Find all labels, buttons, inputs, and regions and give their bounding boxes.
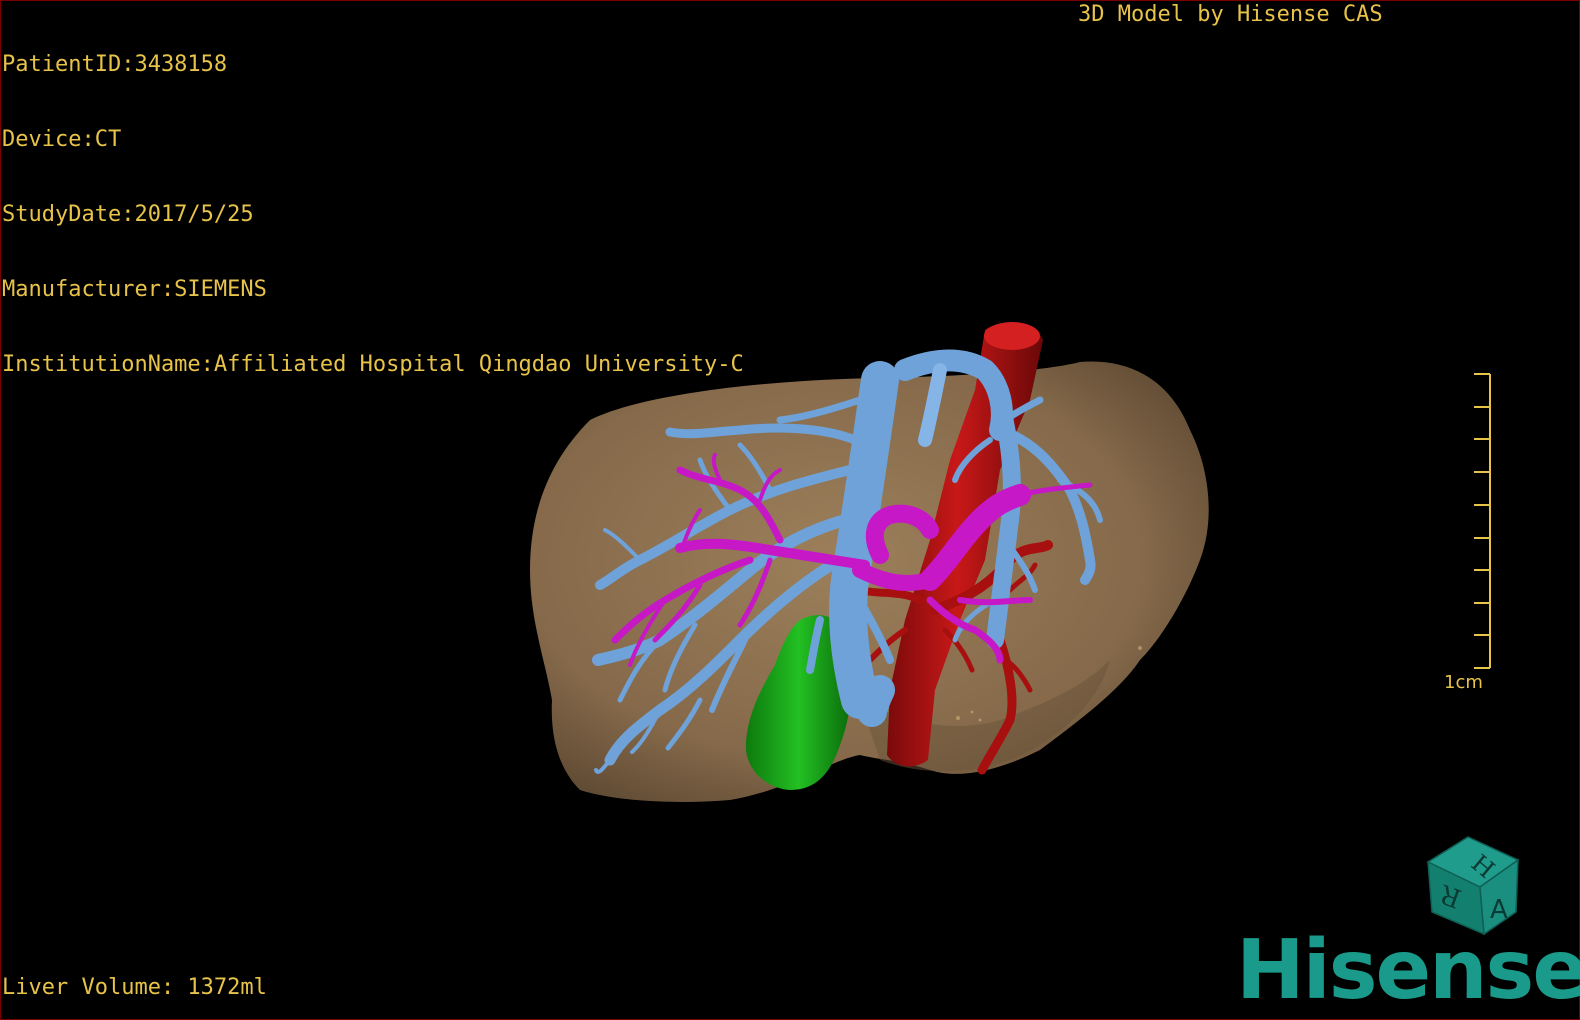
dicom-info-overlay: PatientID:3438158 Device:CT StudyDate:20… — [2, 2, 744, 402]
device-text: Device:CT — [2, 127, 122, 152]
ivc-top-opening — [984, 322, 1040, 350]
model-caption: 3D Model by Hisense CAS — [1078, 2, 1383, 27]
hisense-logo: Hisense — [1236, 923, 1580, 1018]
scale-bar — [1474, 373, 1491, 669]
institution-text: InstitutionName:Affiliated Hospital Qing… — [2, 352, 744, 377]
scale-bar-label: 1cm — [1444, 672, 1483, 693]
liver-volume-text: Liver Volume: 1372ml — [2, 975, 267, 1000]
study-date-text: StudyDate:2017/5/25 — [2, 202, 254, 227]
patient-id-text: PatientID:3438158 — [2, 52, 228, 77]
cube-face-a: A — [1490, 895, 1508, 925]
manufacturer-text: Manufacturer:SIEMENS — [2, 277, 267, 302]
